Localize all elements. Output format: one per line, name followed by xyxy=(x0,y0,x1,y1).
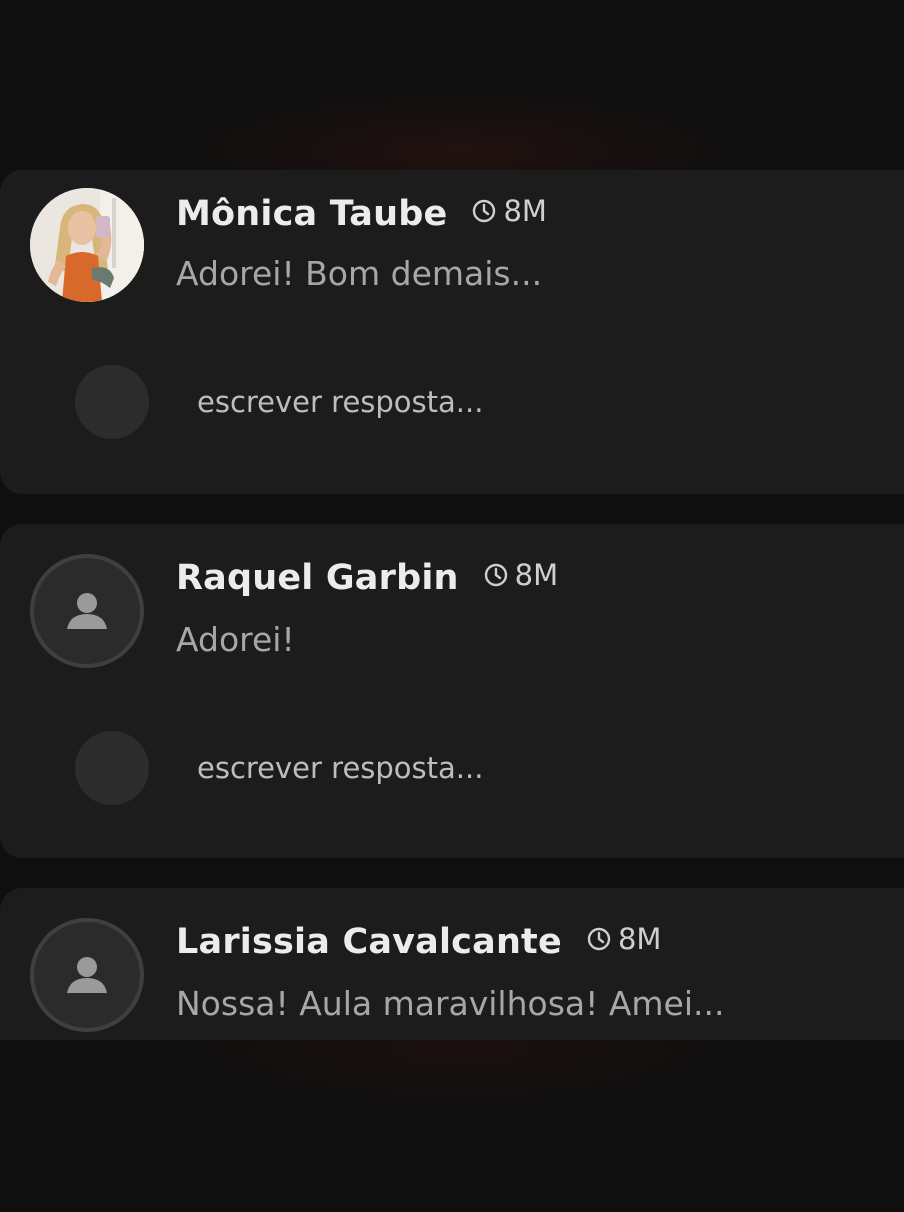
reply-input[interactable] xyxy=(197,743,757,793)
reply-composer xyxy=(75,731,757,805)
clock-icon xyxy=(473,199,496,223)
reply-avatar xyxy=(75,365,149,439)
reply-composer xyxy=(75,365,757,439)
comment-text: Adorei! Bom demais... xyxy=(176,254,543,293)
avatar[interactable] xyxy=(30,918,144,1032)
author-name[interactable]: Mônica Taube xyxy=(176,194,447,234)
comment-card: Larissia Cavalcante 8M Nossa! Aula marav… xyxy=(0,888,904,1040)
timestamp: 8M xyxy=(483,558,558,592)
comment-text: Nossa! Aula maravilhosa! Amei... xyxy=(176,984,725,1023)
comment-header: Larissia Cavalcante 8M xyxy=(176,922,661,962)
user-photo xyxy=(30,188,144,302)
comment-header: Raquel Garbin 8M xyxy=(176,558,558,598)
author-name[interactable]: Larissia Cavalcante xyxy=(176,922,562,962)
avatar[interactable] xyxy=(30,554,144,668)
author-name[interactable]: Raquel Garbin xyxy=(176,558,459,598)
comment-header: Mônica Taube 8M xyxy=(176,194,547,234)
default-user-icon xyxy=(67,957,107,993)
clock-icon xyxy=(587,927,611,951)
clock-icon xyxy=(484,563,507,587)
default-user-icon xyxy=(67,593,107,629)
timestamp: 8M xyxy=(586,922,661,956)
comment-card: Mônica Taube 8M Adorei! Bom demais... xyxy=(0,170,904,494)
comments-list: Mônica Taube 8M Adorei! Bom demais... Ra… xyxy=(0,0,904,1212)
comment-card: Raquel Garbin 8M Adorei! xyxy=(0,524,904,858)
reply-avatar xyxy=(75,731,149,805)
timestamp-text: 8M xyxy=(514,558,559,592)
reply-input[interactable] xyxy=(197,377,757,427)
timestamp-text: 8M xyxy=(503,194,547,228)
timestamp: 8M xyxy=(471,194,547,228)
comment-text: Adorei! xyxy=(176,620,295,659)
timestamp-text: 8M xyxy=(617,922,662,956)
avatar[interactable] xyxy=(30,188,144,302)
